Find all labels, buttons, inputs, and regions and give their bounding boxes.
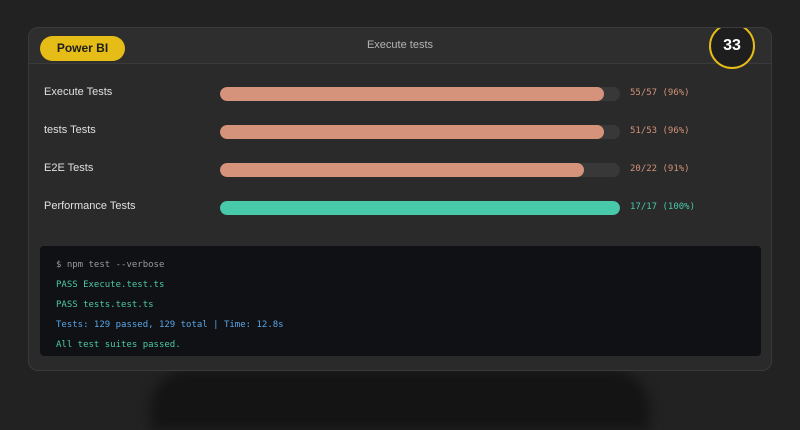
suite-label: tests Tests [44, 124, 96, 136]
suite-label: Execute Tests [44, 86, 113, 98]
progress-fill [220, 163, 584, 177]
suite-stat: 51/53 (96%) [630, 126, 690, 136]
terminal-line: All test suites passed. [56, 340, 181, 350]
suite-row: Performance Tests 17/17 (100%) [29, 198, 771, 218]
progress-fill [220, 87, 604, 101]
progress-fill [220, 125, 604, 139]
suite-row: Execute Tests 55/57 (96%) [29, 84, 771, 104]
suite-stat: 20/22 (91%) [630, 164, 690, 174]
progress-track [220, 163, 620, 177]
progress-track [220, 125, 620, 139]
test-results-card: Power BI Execute tests 33 Execute Tests … [28, 27, 772, 371]
background-shadow [150, 370, 650, 430]
terminal-output: $ npm test --verbose PASS Execute.test.t… [40, 246, 761, 356]
terminal-line: Tests: 129 passed, 129 total | Time: 12.… [56, 320, 284, 330]
suite-row: tests Tests 51/53 (96%) [29, 122, 771, 142]
terminal-line: PASS tests.test.ts [56, 300, 154, 310]
card-title: Execute tests [366, 39, 434, 51]
terminal-line: PASS Execute.test.ts [56, 280, 165, 290]
suite-stat: 17/17 (100%) [630, 202, 696, 212]
suite-stat: 55/57 (96%) [630, 88, 690, 98]
terminal-line: $ npm test --verbose [56, 260, 165, 270]
suite-label: E2E Tests [44, 162, 94, 174]
progress-track [220, 201, 620, 215]
card-header: Power BI Execute tests [29, 28, 771, 64]
suite-label: Performance Tests [44, 200, 136, 212]
progress-fill [220, 201, 620, 215]
suite-row: E2E Tests 20/22 (91%) [29, 160, 771, 180]
progress-track [220, 87, 620, 101]
